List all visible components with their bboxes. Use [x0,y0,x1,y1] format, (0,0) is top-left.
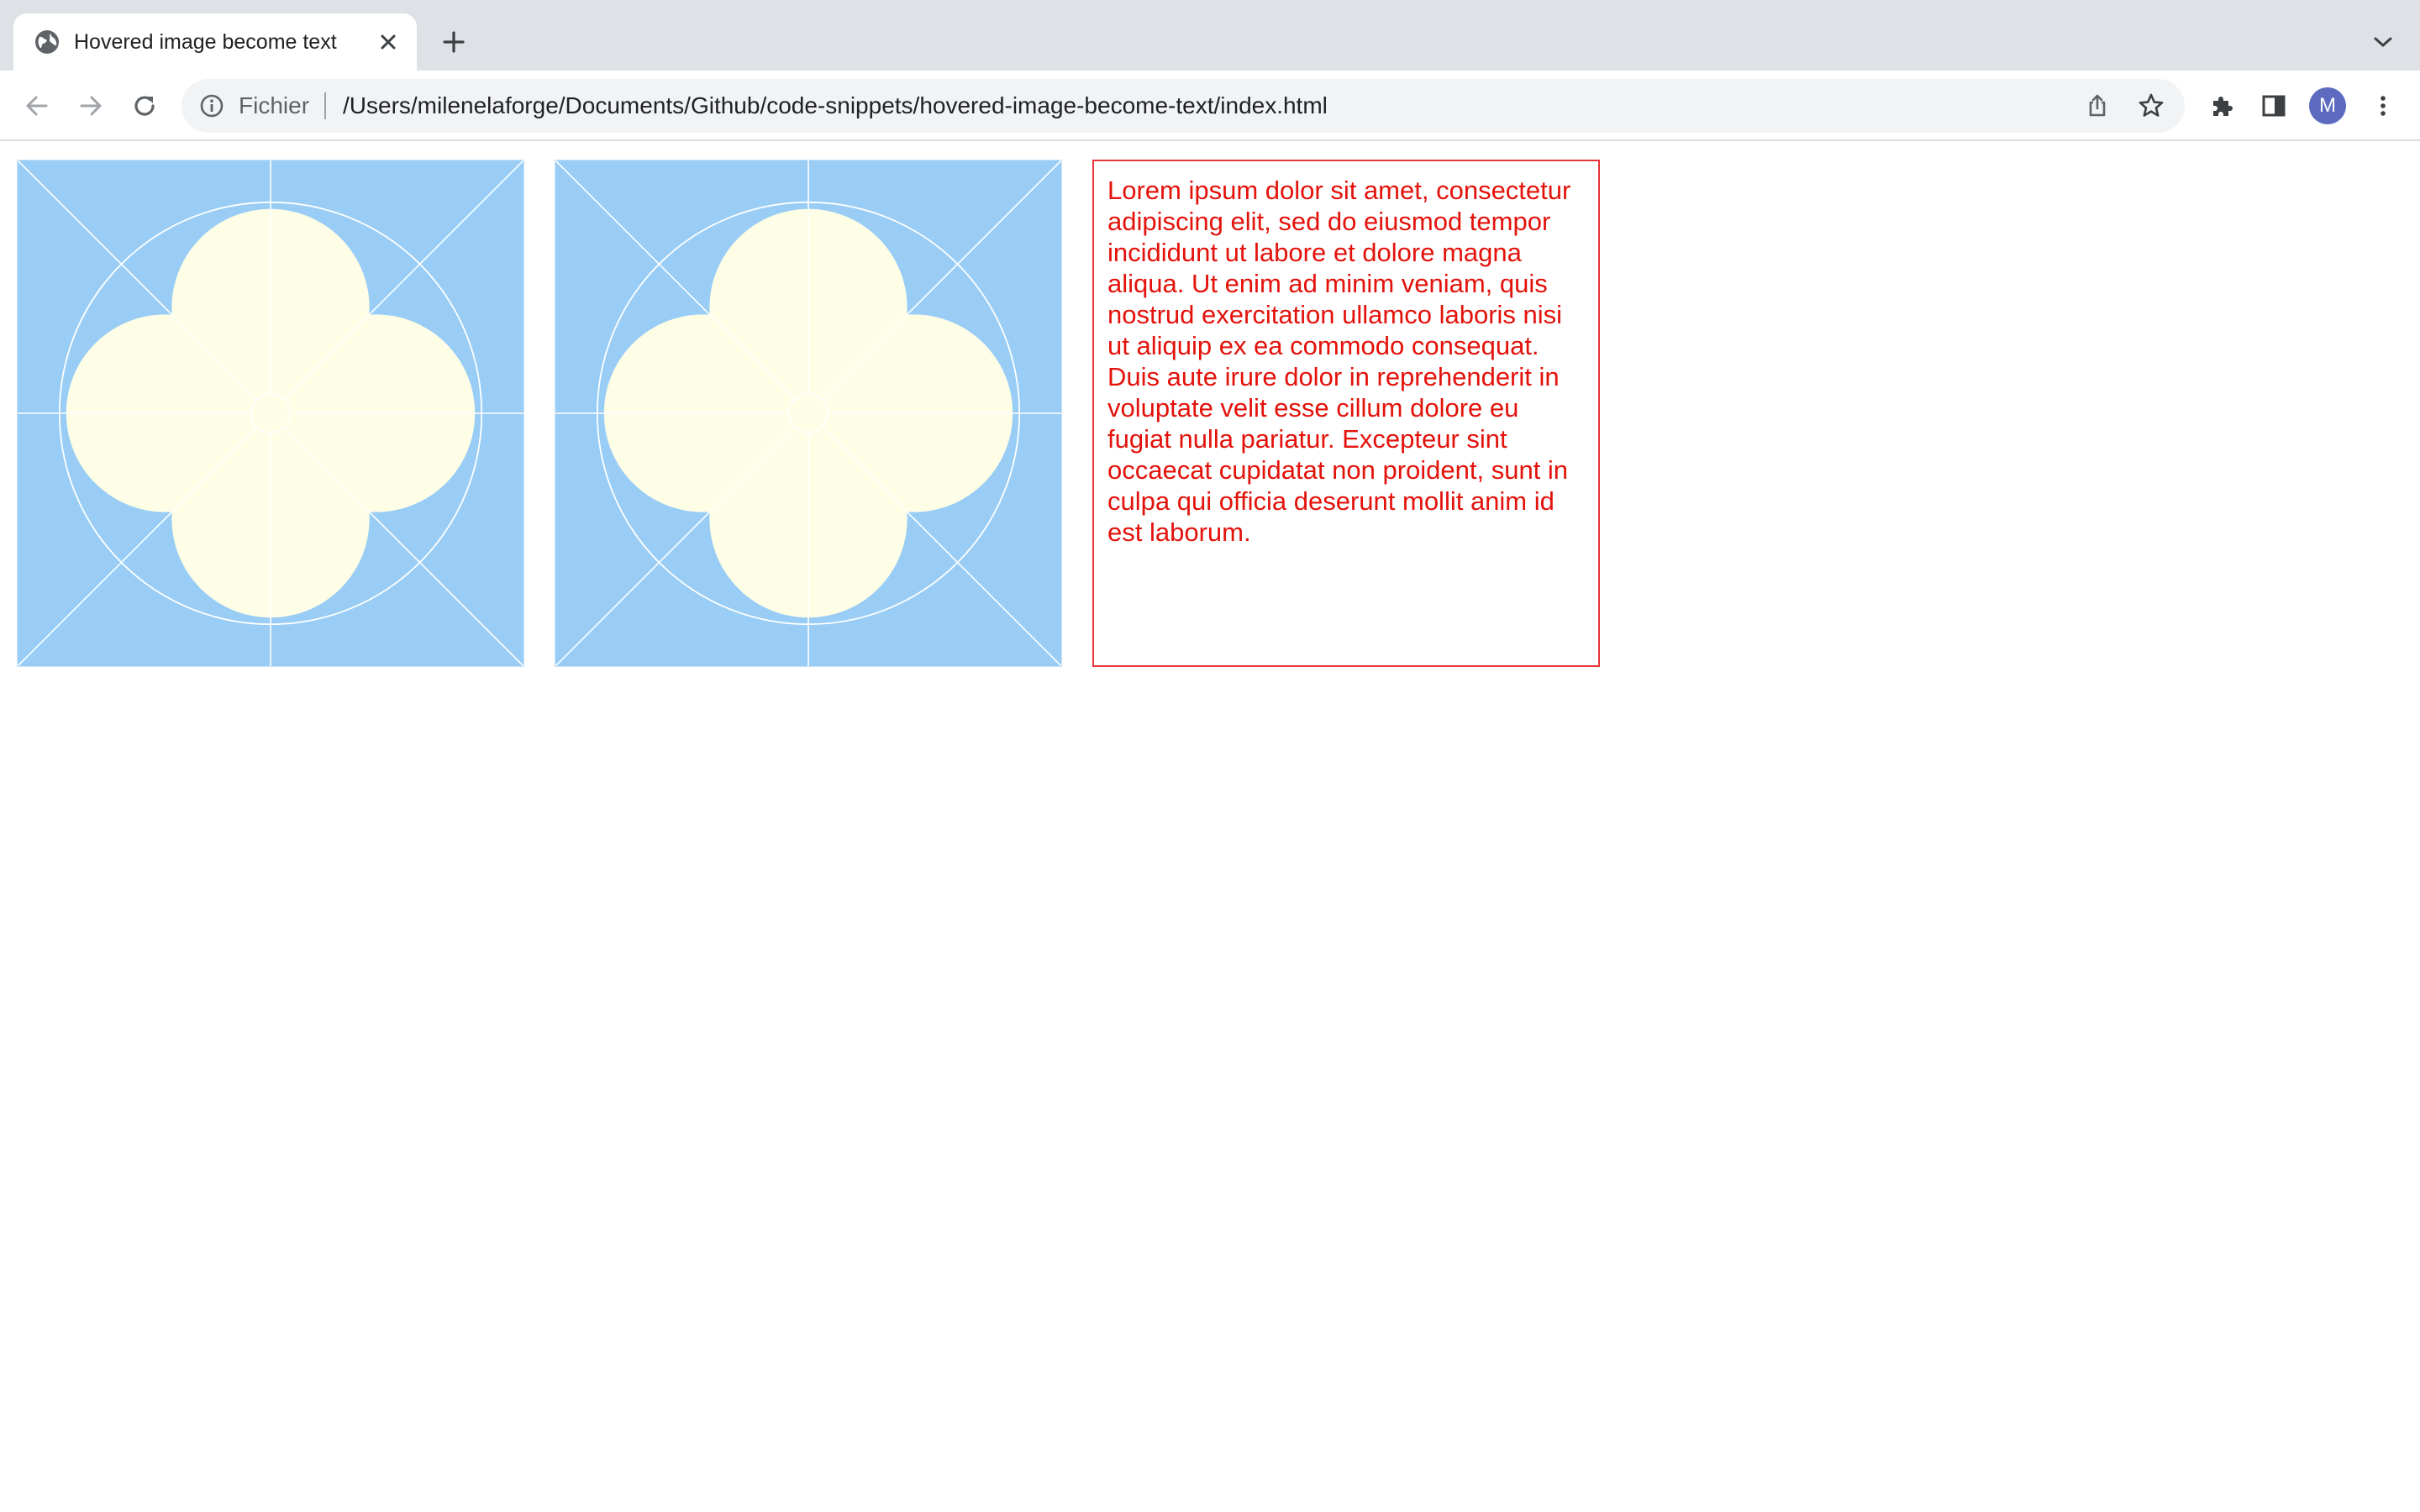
lorem-ipsum-text: Lorem ipsum dolor sit amet, consectetur … [1107,176,1571,547]
profile-avatar[interactable]: M [2309,87,2346,124]
globe-icon [34,29,60,55]
quatrefoil-image-2[interactable] [555,160,1062,667]
info-icon[interactable] [198,92,225,119]
arrow-right-icon[interactable] [74,89,108,123]
tab-title: Hovered image become text [74,30,337,54]
close-icon[interactable] [376,30,400,54]
url-text[interactable]: /Users/milenelaforge/Documents/Github/co… [343,92,1328,119]
page-viewport: Lorem ipsum dolor sit amet, consectetur … [0,143,2420,1512]
chevron-down-icon[interactable] [2366,27,2400,57]
browser-toolbar: Fichier /Users/milenelaforge/Documents/G… [0,71,2420,141]
plus-icon[interactable] [437,25,471,59]
arrow-left-icon[interactable] [20,89,54,123]
hover-text-card[interactable]: Lorem ipsum dolor sit amet, consectetur … [1092,160,1600,667]
star-icon[interactable] [2136,91,2166,121]
puzzle-icon[interactable] [2205,89,2238,123]
share-icon[interactable] [2082,91,2112,121]
quatrefoil-graphic [18,160,523,666]
browser-tab[interactable]: Hovered image become text [13,13,417,71]
reload-icon[interactable] [128,89,161,123]
kebab-menu-icon[interactable] [2366,89,2400,123]
url-scheme-label: Fichier [239,92,310,118]
address-bar[interactable]: Fichier /Users/milenelaforge/Documents/G… [182,79,2185,133]
side-panel-icon[interactable] [2257,89,2291,123]
url-separator [324,92,326,119]
profile-initial: M [2319,94,2336,117]
quatrefoil-image-1[interactable] [17,160,524,667]
tab-strip: Hovered image become text [0,0,2420,71]
quatrefoil-graphic [555,160,1061,666]
